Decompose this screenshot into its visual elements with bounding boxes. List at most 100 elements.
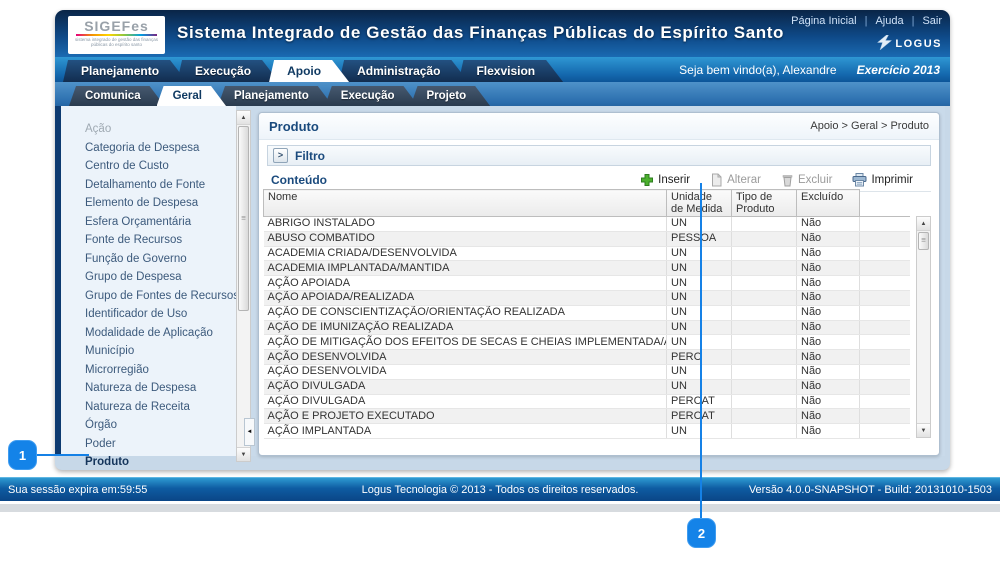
plus-icon — [640, 173, 654, 187]
main-nav: PlanejamentoExecuçãoApoioAdministraçãoFl… — [55, 57, 950, 82]
sidebar-item-centro-de-custo[interactable]: Centro de Custo — [85, 157, 236, 176]
sidebar-item-grupo-de-fontes-de-recursos[interactable]: Grupo de Fontes de Recursos — [85, 287, 236, 306]
sidebar-item-produto[interactable]: Produto — [85, 453, 236, 472]
table-cell — [732, 364, 797, 379]
header-link-página-inicial[interactable]: Página Inicial — [791, 15, 856, 27]
header: SIGEFes sistema integrado de gestão das … — [55, 10, 950, 57]
filter-bar: > Filtro — [267, 145, 931, 166]
header-link-sair[interactable]: Sair — [922, 15, 942, 27]
sidebar-item-detalhamento-de-fonte[interactable]: Detalhamento de Fonte — [85, 176, 236, 195]
header-link-separator: | — [865, 15, 868, 27]
table-cell: UN — [667, 290, 732, 305]
sidebar: AçãoCategoria de DespesaCentro de CustoD… — [61, 106, 236, 456]
sidebar-item-esfera-orçamentária[interactable]: Esfera Orçamentária — [85, 213, 236, 232]
header-link-ajuda[interactable]: Ajuda — [875, 15, 903, 27]
sidebar-item-modalidade-de-aplicação[interactable]: Modalidade de Aplicação — [85, 324, 236, 343]
scroll-down-icon[interactable]: ▼ — [237, 447, 250, 461]
table-cell: AÇÃO DE CONSCIENTIZAÇÃO/ORIENTAÇÃO REALI… — [264, 305, 667, 320]
table-cell: UN — [667, 364, 732, 379]
table-row[interactable]: AÇÃO APOIADAUNNão — [264, 276, 910, 291]
table-row[interactable]: ACADEMIA IMPLANTADA/MANTIDAUNNão — [264, 261, 910, 276]
table-cell: UN — [667, 261, 732, 276]
sidebar-item-fonte-de-recursos[interactable]: Fonte de Recursos — [85, 231, 236, 250]
tab-administração[interactable]: Administração — [339, 60, 468, 82]
nav-right: Seja bem vindo(a), Alexandre Exercício 2… — [679, 57, 940, 82]
sidebar-collapse-handle[interactable]: ◄ — [244, 418, 255, 446]
subtab-geral[interactable]: Geral — [157, 86, 226, 106]
column-header-excluído[interactable]: Excluído — [797, 190, 860, 217]
subtab-planejamento[interactable]: Planejamento — [218, 86, 333, 106]
subtab-projeto[interactable]: Projeto — [411, 86, 491, 106]
table-cell — [732, 335, 797, 350]
sidebar-item-categoria-de-despesa[interactable]: Categoria de Despesa — [85, 139, 236, 158]
sidebar-item-natureza-de-receita[interactable]: Natureza de Receita — [85, 398, 236, 417]
annotation-badge-1: 1 — [8, 440, 37, 470]
sidebar-item-microrregião[interactable]: Microrregião — [85, 361, 236, 380]
imprimir-button[interactable]: Imprimir — [852, 173, 913, 187]
table-scrollbar-thumb[interactable]: ≡ — [918, 232, 929, 250]
logus-brand-label: LOGUS — [895, 38, 942, 50]
tab-execução[interactable]: Execução — [177, 60, 279, 82]
table-row[interactable]: AÇÃO DE IMUNIZAÇÃO REALIZADAUNNão — [264, 320, 910, 335]
sidebar-scrollbar-thumb[interactable]: ≡ — [238, 126, 249, 311]
table-cell: UN — [667, 276, 732, 291]
table-cell: UN — [667, 379, 732, 394]
table-row[interactable]: ABRIGO INSTALADOUNNão — [264, 217, 910, 232]
table-row[interactable]: AÇÃO E PROJETO EXECUTADOPERCATNão — [264, 409, 910, 424]
table-row[interactable]: AÇÃO DESENVOLVIDAPERCNão — [264, 350, 910, 365]
column-header-unidade-de-medida[interactable]: Unidade de Medida — [667, 190, 732, 217]
header-link-separator: | — [912, 15, 915, 27]
sidebar-item-órgão[interactable]: Órgão — [85, 416, 236, 435]
table-cell: Não — [797, 305, 860, 320]
table-row[interactable]: AÇÃO IMPLANTADAUNNão — [264, 424, 910, 439]
session-timer: Sua sessão expira em:59:55 — [8, 484, 147, 496]
scroll-up-icon[interactable]: ▲ — [917, 217, 930, 231]
table-cell: PESSOA — [667, 231, 732, 246]
inserir-button[interactable]: Inserir — [640, 173, 690, 187]
sidebar-item-elemento-de-despesa[interactable]: Elemento de Despesa — [85, 194, 236, 213]
table-cell — [732, 394, 797, 409]
table-row[interactable]: AÇÃO DESENVOLVIDAUNNão — [264, 364, 910, 379]
tab-flexvision[interactable]: Flexvision — [458, 60, 563, 82]
subtab-comunica[interactable]: Comunica — [69, 86, 165, 106]
sidebar-item-município[interactable]: Município — [85, 342, 236, 361]
sidebar-scrollbar[interactable]: ▲ ≡ ▼ — [236, 110, 251, 462]
sidebar-item-poder[interactable]: Poder — [85, 435, 236, 454]
table-cell: Não — [797, 261, 860, 276]
table-cell-filler — [860, 261, 910, 276]
scroll-up-icon[interactable]: ▲ — [237, 111, 250, 125]
sidebar-item-função-de-governo[interactable]: Função de Governo — [85, 250, 236, 269]
table-row[interactable]: AÇÃO APOIADA/REALIZADAUNNão — [264, 290, 910, 305]
table-row[interactable]: AÇÃO DE MITIGAÇÃO DOS EFEITOS DE SECAS E… — [264, 335, 910, 350]
column-header-filler — [860, 190, 910, 217]
scroll-down-icon[interactable]: ▼ — [917, 423, 930, 437]
table-cell: AÇÃO DIVULGADA — [264, 394, 667, 409]
table-row[interactable]: AÇÃO DIVULGADAPERCATNão — [264, 394, 910, 409]
column-header-tipo-de-produto[interactable]: Tipo de Produto — [732, 190, 797, 217]
copyright-text: Logus Tecnologia © 2013 - Todos os direi… — [362, 484, 639, 496]
page-title: Produto — [269, 119, 319, 134]
panel-title-row: Produto Apoio > Geral > Produto — [259, 113, 939, 140]
sidebar-item-grupo-de-despesa[interactable]: Grupo de Despesa — [85, 268, 236, 287]
sub-nav: ComunicaGeralPlanejamentoExecuçãoProjeto — [55, 82, 950, 106]
table-scrollbar[interactable]: ▲ ≡ ▼ — [916, 216, 931, 438]
table-cell — [732, 409, 797, 424]
subtab-execução[interactable]: Execução — [325, 86, 419, 106]
annotation-line-2 — [700, 183, 702, 519]
table-cell: AÇÃO DESENVOLVIDA — [264, 350, 667, 365]
tab-planejamento[interactable]: Planejamento — [63, 60, 187, 82]
table-row[interactable]: ACADEMIA CRIADA/DESENVOLVIDAUNNão — [264, 246, 910, 261]
table-row[interactable]: ABUSO COMBATIDOPESSOANão — [264, 231, 910, 246]
logus-brand: LOGUS — [876, 35, 942, 53]
table-cell: Não — [797, 335, 860, 350]
products-table: NomeUnidade de MedidaTipo de ProdutoExcl… — [263, 189, 910, 439]
column-header-nome[interactable]: Nome — [264, 190, 667, 217]
filter-expand-button[interactable]: > — [273, 148, 288, 163]
bottom-gray-strip — [0, 504, 1000, 512]
table-row[interactable]: AÇÃO DE CONSCIENTIZAÇÃO/ORIENTAÇÃO REALI… — [264, 305, 910, 320]
sidebar-item-natureza-de-despesa[interactable]: Natureza de Despesa — [85, 379, 236, 398]
table-row[interactable]: AÇÃO DIVULGADAUNNão — [264, 379, 910, 394]
tab-apoio[interactable]: Apoio — [269, 60, 349, 82]
sidebar-item-identificador-de-uso[interactable]: Identificador de Uso — [85, 305, 236, 324]
trash-icon — [781, 173, 794, 187]
